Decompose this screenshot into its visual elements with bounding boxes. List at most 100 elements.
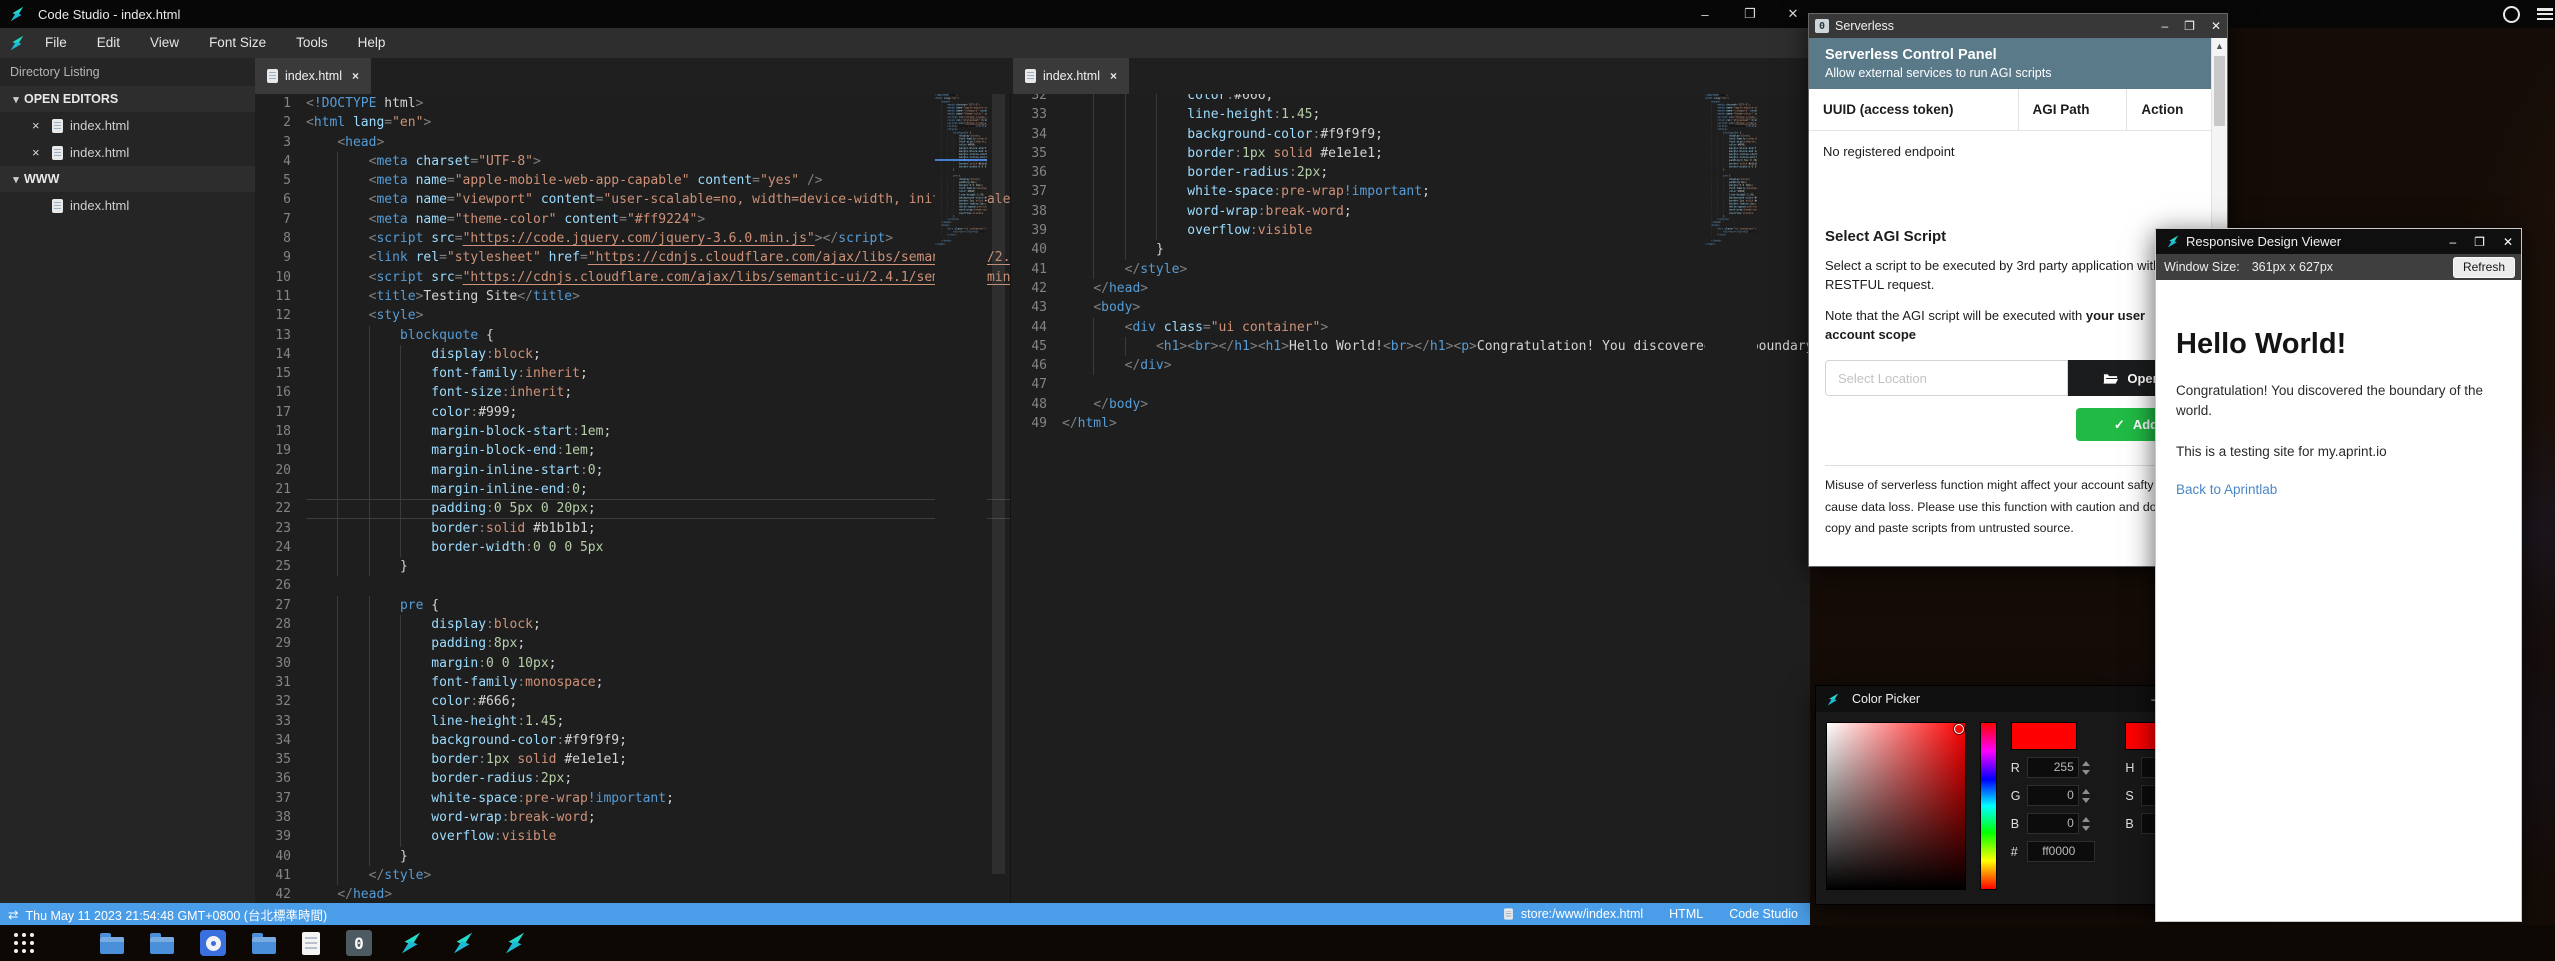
code-view[interactable]: 32 color:#666;33 line-height:1.45;34 bac…: [1011, 94, 1810, 903]
code-studio-logo-icon[interactable]: [398, 930, 424, 956]
line-number: 21: [255, 480, 306, 499]
scrollbar-thumb[interactable]: [2214, 56, 2225, 126]
minimize-button[interactable]: –: [1688, 0, 1722, 28]
sidebar-section-www[interactable]: ▾ WWW: [0, 166, 255, 192]
minimap[interactable]: <!DOCTYPE html><html lang="en"> <head> <…: [1705, 94, 1757, 903]
editor-area: 1<!DOCTYPE html>2<html lang="en">3 <head…: [255, 94, 1810, 903]
close-icon[interactable]: ×: [1110, 69, 1117, 83]
saturation-value-picker[interactable]: [1826, 722, 1966, 890]
line-number: 38: [255, 808, 306, 827]
folder-open-icon: [2103, 371, 2119, 385]
code-line: 41 </style>: [1011, 260, 1810, 279]
line-number: 32: [1011, 94, 1062, 105]
menu-tools[interactable]: Tools: [281, 28, 343, 58]
blue-value-field[interactable]: 0: [2027, 813, 2079, 834]
close-icon[interactable]: ×: [32, 145, 46, 160]
minimize-button[interactable]: –: [2449, 235, 2456, 249]
menu-file[interactable]: File: [30, 28, 82, 58]
minimize-button[interactable]: –: [2161, 19, 2168, 33]
script-location-input[interactable]: [1825, 360, 2068, 396]
open-editor-item[interactable]: × index.html: [0, 139, 255, 166]
close-button[interactable]: ✕: [2211, 19, 2221, 33]
red-value-field[interactable]: 255: [2027, 757, 2079, 778]
close-button[interactable]: ✕: [2503, 235, 2513, 249]
media-folder-icon[interactable]: [200, 930, 226, 956]
code-line: 5 <meta name="apple-mobile-web-app-capab…: [255, 171, 1010, 190]
code-view[interactable]: 1<!DOCTYPE html>2<html lang="en">3 <head…: [255, 94, 1010, 903]
tab-index-html-pane2[interactable]: index.html ×: [1013, 58, 1129, 94]
file-icon: [52, 146, 63, 160]
folder-icon[interactable]: [150, 937, 174, 954]
code-line: 4 <meta charset="UTF-8">: [255, 152, 1010, 171]
minimap[interactable]: <!DOCTYPE html><html lang="en"> <head> <…: [935, 94, 987, 903]
maximize-button[interactable]: ❐: [2184, 19, 2195, 33]
serverless-title-bar[interactable]: 0 Serverless – ❐ ✕: [1809, 14, 2227, 38]
open-editor-item[interactable]: × index.html: [0, 112, 255, 139]
folder-icon[interactable]: [252, 937, 276, 954]
code-studio-logo-icon[interactable]: [502, 930, 528, 956]
editor-pane-1[interactable]: 1<!DOCTYPE html>2<html lang="en">3 <head…: [255, 94, 1010, 903]
file-icon: [1504, 908, 1513, 919]
menu-help[interactable]: Help: [343, 28, 401, 58]
restore-button[interactable]: ❐: [1733, 0, 1767, 28]
menu-edit[interactable]: Edit: [82, 28, 135, 58]
hex-value-field[interactable]: ff0000: [2027, 841, 2095, 862]
language-mode[interactable]: HTML: [1669, 907, 1703, 921]
refresh-button[interactable]: Refresh: [2453, 257, 2515, 278]
serverless-app-icon[interactable]: 0: [346, 930, 372, 956]
code-line: 47: [1011, 375, 1810, 394]
line-number: 15: [255, 364, 306, 383]
code-studio-logo-icon[interactable]: [450, 930, 476, 956]
code-line: 20 margin-inline-start:0;: [255, 461, 1010, 480]
back-to-aprintlab-link[interactable]: Back to Aprintlab: [2176, 482, 2277, 497]
line-number: 48: [1011, 395, 1062, 414]
app-grid-icon[interactable]: [14, 933, 34, 953]
stepper-icon[interactable]: [2082, 789, 2091, 803]
picker-cursor[interactable]: [1954, 724, 1964, 734]
file-name: index.html: [70, 118, 129, 133]
hue-slider[interactable]: [1980, 722, 1997, 890]
empty-endpoint-row: No registered endpoint: [1809, 131, 2212, 172]
check-icon: ✓: [2114, 417, 2125, 433]
tree-item-index-html[interactable]: index.html: [0, 192, 255, 219]
line-number: 4: [255, 152, 306, 171]
code-line: 3 <head>: [255, 133, 1010, 152]
viewer-toolbar: Window Size: 361px x 627px Refresh: [2156, 254, 2521, 280]
code-line: 8 <script src="https://code.jquery.com/j…: [255, 229, 1010, 248]
editor-tab-strip: index.html × index.html ×: [255, 58, 1810, 94]
code-line: 46 </div>: [1011, 356, 1810, 375]
sidebar-section-open-editors[interactable]: ▾ OPEN EDITORS: [0, 86, 255, 112]
scroll-up-icon[interactable]: ▲: [2212, 41, 2227, 51]
file-name: index.html: [70, 198, 129, 213]
hamburger-menu-icon[interactable]: [2528, 0, 2555, 28]
green-value-field[interactable]: 0: [2027, 785, 2079, 806]
folder-icon[interactable]: [100, 937, 124, 954]
close-icon[interactable]: ×: [32, 118, 46, 133]
menu-view[interactable]: View: [135, 28, 194, 58]
file-icon: [1025, 69, 1036, 83]
tab-index-html-pane1[interactable]: index.html ×: [255, 58, 371, 94]
file-path[interactable]: store:/www/index.html: [1521, 907, 1643, 921]
code-line: 37 white-space:pre-wrap!important;: [1011, 182, 1810, 201]
stepper-icon[interactable]: [2082, 761, 2091, 775]
line-number: 20: [255, 461, 306, 480]
line-number: 35: [255, 750, 306, 769]
code-line: 17 color:#999;: [255, 403, 1010, 422]
stepper-icon[interactable]: [2082, 817, 2091, 831]
code-line: 1<!DOCTYPE html>: [255, 94, 1010, 113]
code-studio-logo-icon: [2164, 234, 2182, 249]
line-number: 36: [255, 769, 306, 788]
line-number: 22: [255, 499, 306, 518]
responsive-viewer-title-bar[interactable]: Responsive Design Viewer – ❐ ✕: [2156, 229, 2521, 254]
line-number: 39: [1011, 221, 1062, 240]
code-line: 33 line-height:1.45;: [255, 712, 1010, 731]
editor-pane-2[interactable]: 32 color:#666;33 line-height:1.45;34 bac…: [1010, 94, 1810, 903]
close-button[interactable]: ✕: [1776, 0, 1810, 28]
code-line: 32 color:#666;: [255, 692, 1010, 711]
scrollbar[interactable]: [992, 94, 1005, 874]
close-icon[interactable]: ×: [352, 69, 359, 83]
menu-font-size[interactable]: Font Size: [194, 28, 281, 58]
maximize-button[interactable]: ❐: [2474, 235, 2485, 249]
line-number: 17: [255, 403, 306, 422]
document-icon[interactable]: [302, 932, 320, 955]
